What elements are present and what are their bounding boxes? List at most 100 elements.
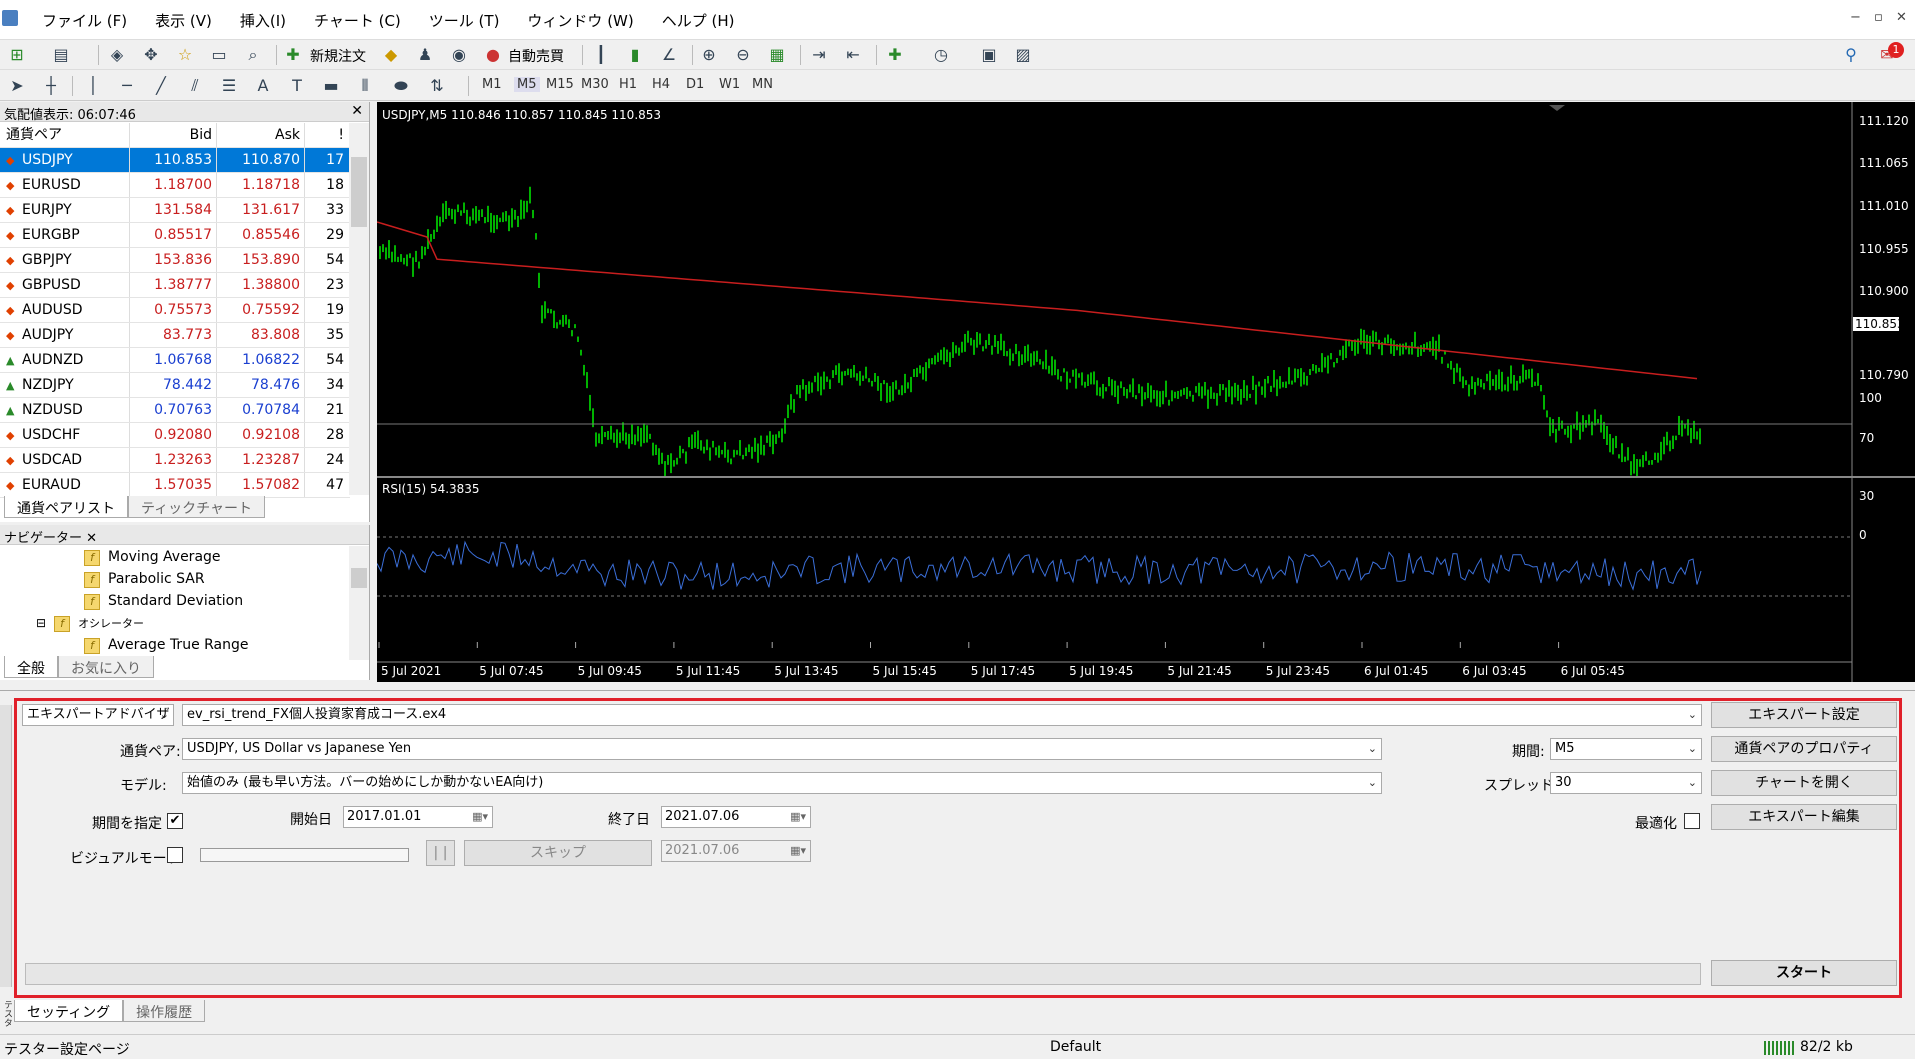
chart-properties-icon[interactable]: ▨	[1012, 44, 1034, 66]
search-icon[interactable]: ⚲	[1840, 44, 1862, 66]
nav-item-standard-deviation[interactable]: f Standard Deviation	[84, 593, 243, 610]
visual-speed-slider[interactable]	[200, 848, 409, 862]
table-row[interactable]: ▲ NZDJPY 78.442 78.476 34	[0, 373, 350, 398]
tab-journal[interactable]: 操作履歴	[123, 1000, 206, 1022]
nav-folder-oscillators[interactable]: ⊟ f オシレーター	[36, 615, 144, 632]
tf-h1[interactable]: H1	[619, 77, 637, 92]
new-chart-icon[interactable]: ⊞	[6, 44, 28, 66]
table-row[interactable]: ◆ USDCHF 0.92080 0.92108 28	[0, 423, 350, 448]
cursor-icon[interactable]: ➤	[6, 75, 28, 97]
expert-type-select[interactable]: エキスパートアドバイザ ⌄	[22, 704, 174, 726]
expert-settings-button[interactable]: エキスパート設定	[1711, 702, 1897, 728]
spread-select[interactable]: 30 ⌄	[1550, 772, 1702, 794]
table-row[interactable]: ◆ AUDJPY 83.773 83.808 35	[0, 323, 350, 348]
collapse-icon[interactable]: ⊟	[36, 616, 46, 630]
visual-mode-checkbox[interactable]	[167, 847, 183, 863]
table-row[interactable]: ◆ EURUSD 1.18700 1.18718 18	[0, 173, 350, 198]
rectangle-icon[interactable]: ▬	[320, 75, 342, 97]
col-symbol[interactable]: 通貨ペア	[0, 123, 130, 147]
tab-symbols[interactable]: 通貨ペアリスト	[4, 496, 128, 518]
menu-window[interactable]: ウィンドウ (W)	[513, 10, 647, 31]
periods-icon[interactable]: ◷	[930, 44, 952, 66]
open-chart-button[interactable]: チャートを開く	[1711, 770, 1897, 796]
table-row[interactable]: ◆ USDJPY 110.853 110.870 17	[0, 148, 350, 173]
nav-item-parabolic-sar[interactable]: f Parabolic SAR	[84, 571, 205, 588]
col-ask[interactable]: Ask	[217, 123, 305, 147]
menu-view[interactable]: 表示 (V)	[141, 10, 226, 31]
col-bid[interactable]: Bid	[130, 123, 217, 147]
tf-w1[interactable]: W1	[719, 77, 740, 92]
optimize-checkbox[interactable]	[1684, 813, 1700, 829]
text-label-icon[interactable]: T	[286, 75, 308, 97]
fibonacci-icon[interactable]: ☰	[218, 75, 240, 97]
new-order-icon[interactable]: ✚	[282, 44, 304, 66]
start-date-field[interactable]: 2017.01.01 ▦▾	[343, 806, 493, 828]
model-select[interactable]: 始値のみ (最も早い方法。バーの始めにしか動かないEA向け) ⌄	[182, 772, 1382, 794]
expert-file-select[interactable]: ev_rsi_trend_FX個人投資家育成コース.ex4 ⌄	[182, 704, 1702, 726]
tf-m5[interactable]: M5	[514, 77, 540, 92]
menu-file[interactable]: ファイル (F)	[28, 10, 141, 31]
metaeditor-icon[interactable]: ◆	[380, 44, 402, 66]
close-window-button[interactable]: ✕	[1896, 10, 1907, 25]
table-row[interactable]: ◆ EURAUD 1.57035 1.57082 47	[0, 473, 350, 498]
end-date-field[interactable]: 2021.07.06 ▦▾	[661, 806, 811, 828]
chart-shift-icon[interactable]: ⇤	[842, 44, 864, 66]
tf-mn[interactable]: MN	[752, 77, 773, 92]
market-watch-scrollbar[interactable]	[349, 123, 369, 495]
arrows-icon[interactable]: ⇅	[426, 75, 448, 97]
ellipse-icon[interactable]: ⬬	[390, 75, 412, 97]
tab-settings[interactable]: セッティング	[14, 1000, 124, 1022]
navigator-scrollbar[interactable]	[349, 546, 369, 660]
menu-chart[interactable]: チャート (C)	[300, 10, 415, 31]
minimize-button[interactable]: −	[1850, 10, 1861, 25]
tester-icon[interactable]: ⌕	[242, 44, 264, 66]
navigator-icon[interactable]: ☆	[174, 44, 196, 66]
indicators-icon[interactable]: ✚	[884, 44, 906, 66]
edit-expert-button[interactable]: エキスパート編集	[1711, 804, 1897, 830]
table-row[interactable]: ▲ NZDUSD 0.70763 0.70784 21	[0, 398, 350, 423]
close-icon[interactable]: ✕	[351, 103, 363, 119]
chart-canvas[interactable]: 111.120 111.065 111.010 110.955 110.900 110.7…	[377, 102, 1915, 682]
line-chart-icon[interactable]: ∠	[658, 44, 680, 66]
nav-item-atr[interactable]: f Average True Range	[84, 637, 249, 654]
calendar-icon[interactable]: ▦▾	[790, 807, 806, 827]
symbol-select[interactable]: USDJPY, US Dollar vs Japanese Yen ⌄	[182, 738, 1382, 760]
table-row[interactable]: ◆ GBPJPY 153.836 153.890 54	[0, 248, 350, 273]
auto-trading-button[interactable]: 自動売買	[508, 46, 564, 66]
trendline-icon[interactable]: ╱	[150, 75, 172, 97]
templates-icon[interactable]: ▣	[978, 44, 1000, 66]
crosshair-icon[interactable]: ┼	[40, 75, 62, 97]
text-icon[interactable]: A	[252, 75, 274, 97]
menu-insert[interactable]: 挿入(I)	[226, 10, 300, 31]
gann-icon[interactable]: ⦀	[354, 75, 376, 97]
candlestick-icon[interactable]: ▮	[624, 44, 646, 66]
auto-scroll-icon[interactable]: ⇥	[808, 44, 830, 66]
skip-button[interactable]: スキップ	[464, 840, 652, 866]
nav-item-moving-average[interactable]: f Moving Average	[84, 549, 221, 566]
market-icon[interactable]: ◉	[448, 44, 470, 66]
close-icon[interactable]: ✕	[86, 531, 97, 546]
market-watch-icon[interactable]: ◈	[106, 44, 128, 66]
data-window-icon[interactable]: ✥	[140, 44, 162, 66]
horizontal-line-icon[interactable]: ─	[116, 75, 138, 97]
channel-icon[interactable]: ⫽	[184, 75, 206, 97]
zoom-out-icon[interactable]: ⊖	[732, 44, 754, 66]
calendar-icon[interactable]: ▦▾	[472, 807, 488, 827]
menu-tools[interactable]: ツール (T)	[415, 10, 514, 31]
pause-button[interactable]: | |	[426, 840, 455, 866]
tf-m30[interactable]: M30	[581, 77, 609, 92]
tf-d1[interactable]: D1	[686, 77, 704, 92]
tab-general[interactable]: 全般	[4, 656, 58, 678]
table-row[interactable]: ▲ AUDNZD 1.06768 1.06822 54	[0, 348, 350, 373]
terminal-icon[interactable]: ▭	[208, 44, 230, 66]
tile-windows-icon[interactable]: ▦	[766, 44, 788, 66]
period-select[interactable]: M5 ⌄	[1550, 738, 1702, 760]
tab-tick-chart[interactable]: ティックチャート	[128, 496, 266, 518]
auto-trading-icon[interactable]: ●	[482, 44, 504, 66]
tf-m1[interactable]: M1	[482, 77, 502, 92]
price-chart[interactable]: 111.120 111.065 111.010 110.955 110.900 110.7…	[377, 102, 1915, 682]
signals-icon[interactable]: ♟	[414, 44, 436, 66]
start-button[interactable]: スタート	[1711, 960, 1897, 986]
bar-chart-icon[interactable]: ┃	[590, 44, 612, 66]
restore-button[interactable]: ▫	[1874, 10, 1883, 25]
